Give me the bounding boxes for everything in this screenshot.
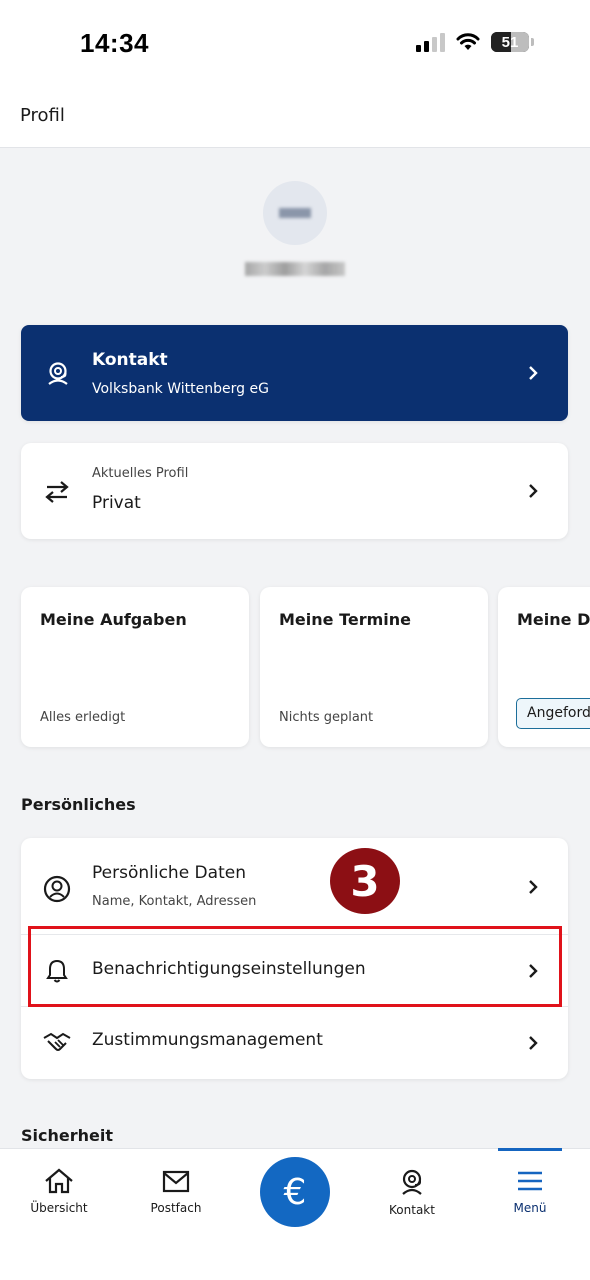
tile-title: Meine Termine [279,610,411,629]
headset-icon [402,1169,422,1195]
profile-switch-card[interactable]: Aktuelles Profil Privat [21,443,568,539]
status-icons: 51 [416,32,534,52]
tile-my-appointments[interactable]: Meine Termine Nichts geplant [260,587,488,747]
mail-icon [162,1170,190,1193]
nav-item-menu[interactable]: Menü [480,1148,580,1239]
euro-icon: € [283,1171,307,1213]
profile-value: Privat [92,493,141,513]
bottom-nav: Übersicht Postfach € Kontakt Menü [0,1148,590,1280]
nav-label: Übersicht [30,1201,88,1215]
swap-arrows-icon [45,481,69,503]
page-title: Profil [20,105,65,126]
battery-level: 51 [501,33,519,51]
chevron-right-icon [529,366,538,380]
nav-label: Menü [513,1201,547,1215]
status-bar: 14:34 51 [0,0,590,90]
tile-title: Meine Aufgaben [40,610,187,629]
nav-item-mailbox[interactable]: Postfach [126,1149,226,1239]
user-circle-icon [43,875,71,903]
tile-status: Alles erledigt [40,710,126,725]
contact-bank: Volksbank Wittenberg eG [92,381,269,397]
nav-label: Kontakt [389,1203,435,1217]
signal-icon [416,32,445,52]
list-item-title: Persönliche Daten [92,863,246,883]
active-tab-indicator [498,1148,562,1151]
profile-label: Aktuelles Profil [92,466,189,481]
section-title-personal: Persönliches [21,795,136,814]
tile-my-tasks[interactable]: Meine Aufgaben Alles erledigt [21,587,249,747]
list-item-subtitle: Name, Kontakt, Adressen [92,894,257,909]
menu-icon [518,1171,542,1191]
wifi-icon [456,33,480,50]
nav-item-contact[interactable]: Kontakt [362,1149,462,1239]
chevron-right-icon [529,484,538,498]
chevron-right-icon [529,1036,538,1050]
page-header: Profil [0,90,590,148]
nav-label: Postfach [150,1201,202,1215]
avatar [263,181,327,245]
list-item-consent-management[interactable]: Zustimmungsmanagement [21,1006,568,1079]
tile-my-documents[interactable]: Meine Do Angeford [498,587,590,747]
list-item-personal-data[interactable]: Persönliche Daten Name, Kontakt, Adresse… [21,838,568,930]
section-title-security: Sicherheit [21,1126,113,1145]
list-item-title: Zustimmungsmanagement [92,1030,323,1050]
home-icon [45,1168,73,1194]
contact-title: Kontakt [92,350,168,370]
highlight-box [28,926,562,1007]
chevron-right-icon [529,880,538,894]
headset-icon [48,362,68,385]
tile-status: Nichts geplant [279,710,374,725]
tile-title: Meine Do [517,610,590,629]
handshake-icon [43,1032,71,1051]
nav-item-overview[interactable]: Übersicht [9,1149,109,1239]
contact-card[interactable]: Kontakt Volksbank Wittenberg eG [21,325,568,421]
banking-euro-button[interactable]: € [260,1157,330,1227]
battery-icon: 51 [491,32,529,52]
user-name-blurred [245,262,345,276]
status-badge: Angeford [516,698,590,729]
step-badge: 3 [330,848,400,914]
status-time: 14:34 [80,28,149,58]
